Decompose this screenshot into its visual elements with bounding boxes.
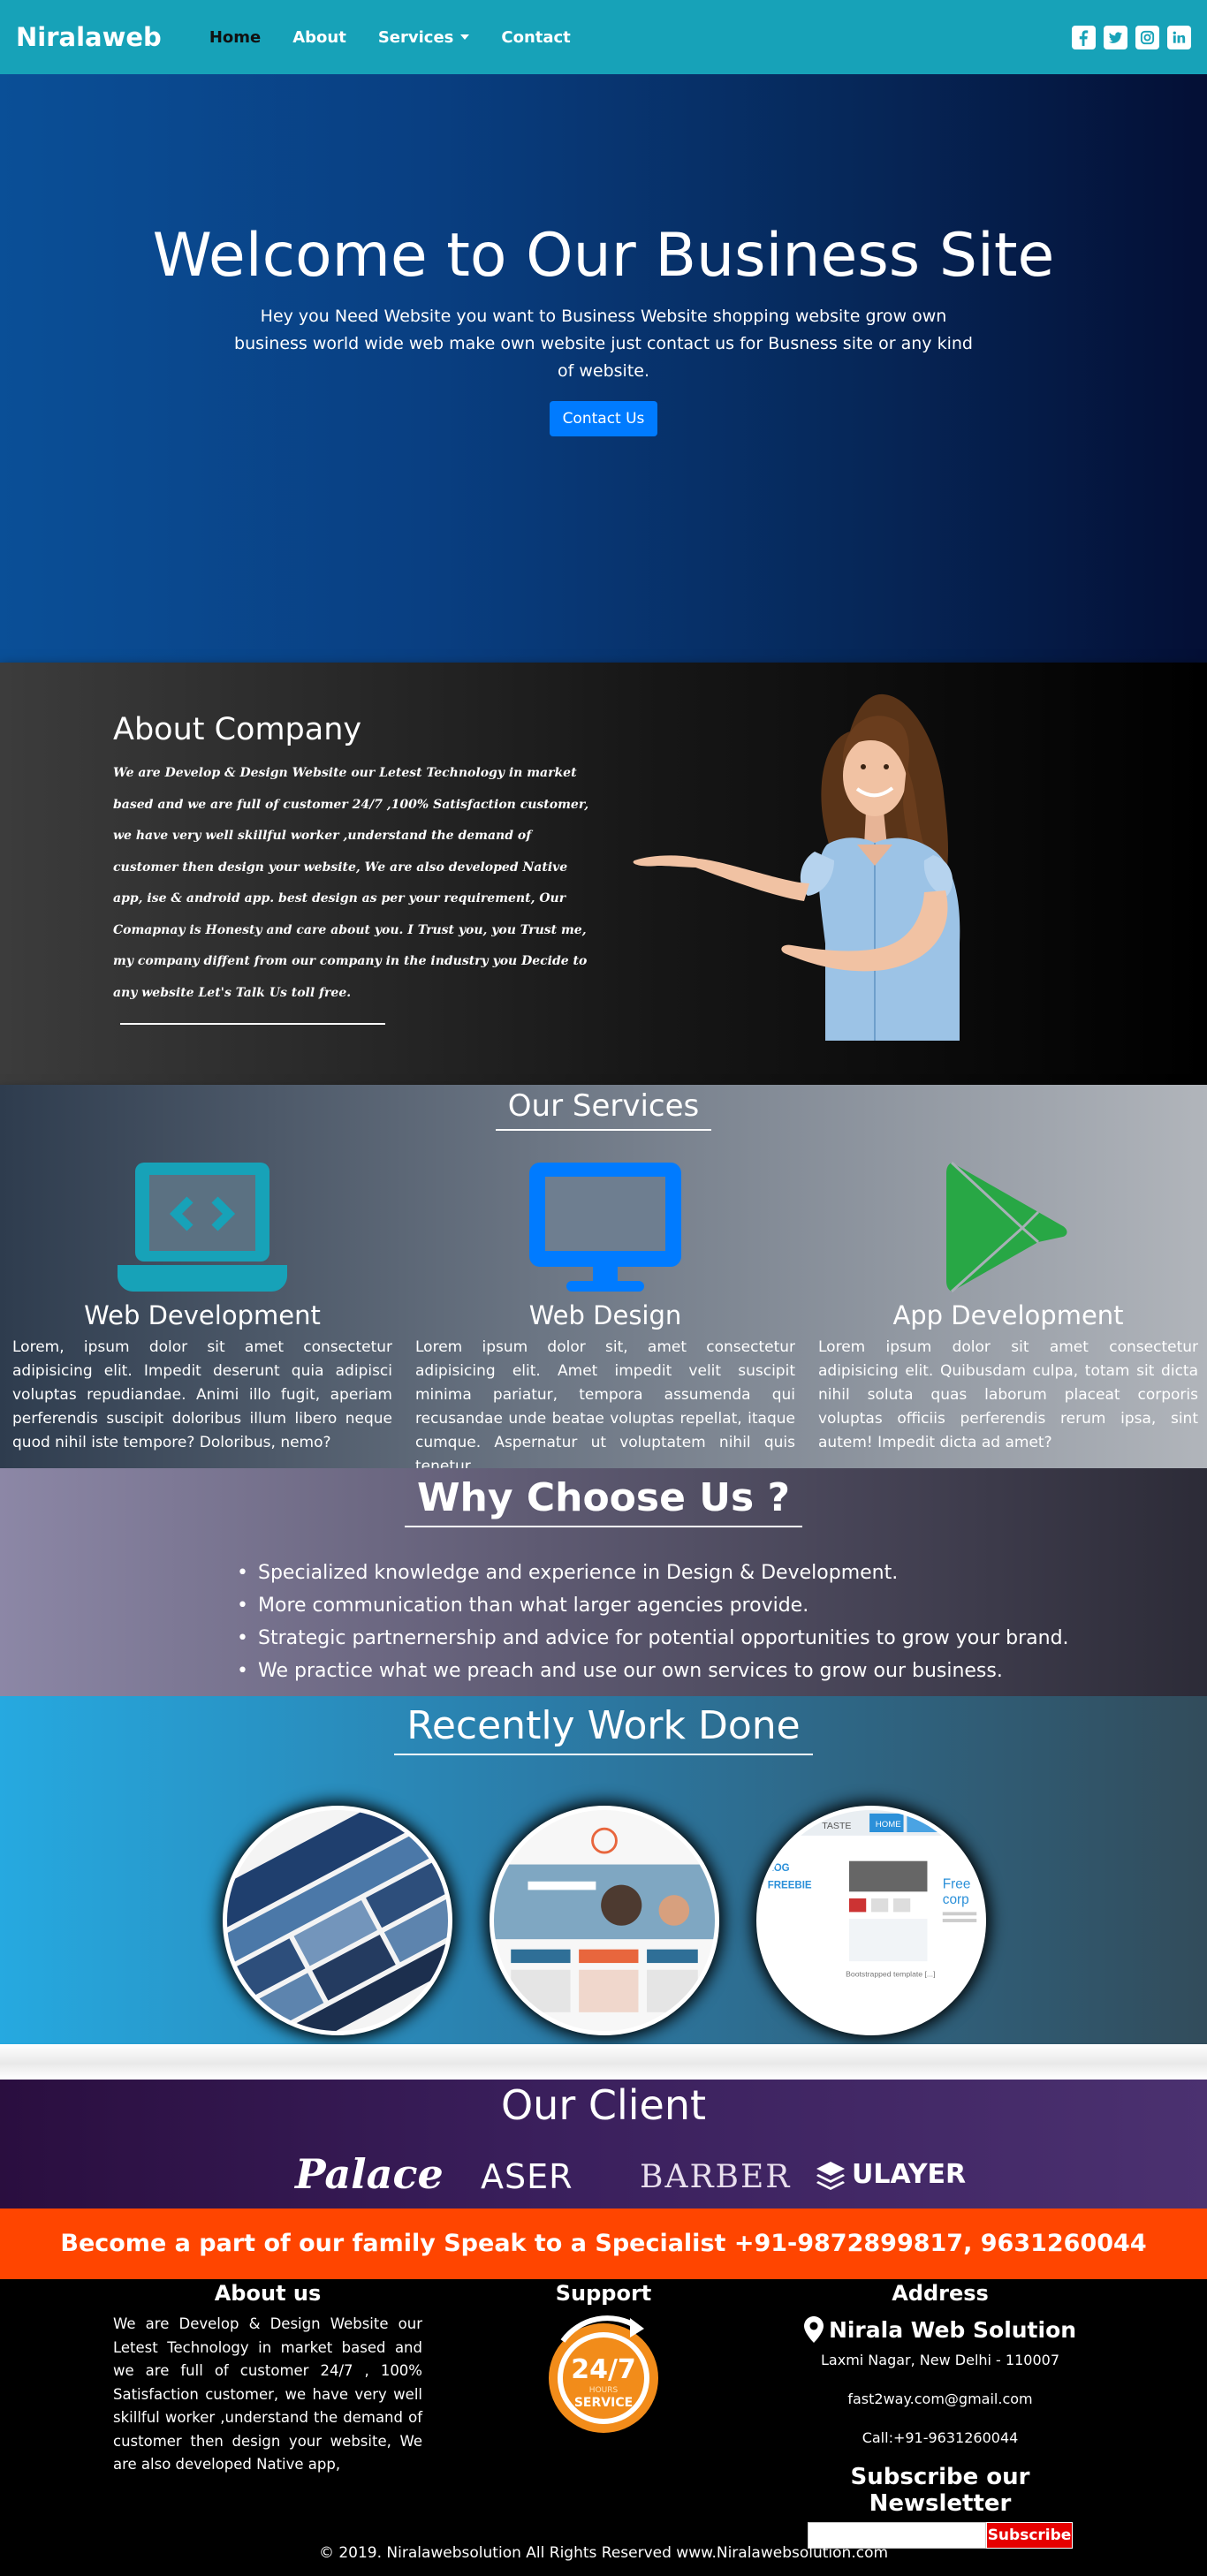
laptop-code-icon bbox=[12, 1155, 392, 1293]
footer-address-line: Laxmi Nagar, New Delhi - 110007 bbox=[821, 2352, 1059, 2368]
client-logos: Palace ASER BARBER ULAYER bbox=[0, 2150, 1207, 2200]
desktop-icon bbox=[415, 1155, 795, 1293]
nav-services[interactable]: Services bbox=[378, 28, 470, 47]
nav-contact[interactable]: Contact bbox=[501, 28, 570, 47]
chevron-down-icon bbox=[460, 34, 470, 40]
service-card-web-development: Web Development Lorem, ipsum dolor sit a… bbox=[12, 1155, 392, 1455]
svg-text:FREEBIE: FREEBIE bbox=[768, 1880, 812, 1890]
about-divider bbox=[120, 1023, 385, 1025]
about-text: We are Develop & Design Website our Lete… bbox=[113, 758, 592, 1041]
svg-text:Free: Free bbox=[943, 1876, 971, 1891]
hero-text: Hey you Need Website you want to Busines… bbox=[234, 307, 973, 381]
clients-section: Our Client Palace ASER BARBER ULAYER bbox=[0, 2080, 1207, 2209]
google-play-icon bbox=[818, 1155, 1198, 1293]
nav-about[interactable]: About bbox=[292, 28, 346, 47]
newsletter-title: Subscribe our Newsletter bbox=[850, 2464, 1030, 2517]
clients-title: Our Client bbox=[0, 2081, 1207, 2134]
thumb3-tab: HOME bbox=[876, 1820, 901, 1830]
client-logo-barber: BARBER bbox=[640, 2159, 792, 2195]
services-title: Our Services bbox=[0, 1088, 1207, 1131]
badge-24-7: 24/7 bbox=[571, 2354, 636, 2385]
business-woman-image bbox=[633, 693, 960, 1041]
hero-title: Welcome to Our Business Site bbox=[152, 221, 1055, 291]
services-title-text: Our Services bbox=[495, 1088, 712, 1131]
nav-home[interactable]: Home bbox=[209, 28, 261, 47]
portfolio-thumb-3[interactable]: TASTE HOME LOG FREEBIE Free corp Bootstr… bbox=[756, 1806, 986, 2035]
service-card-app-development: App Development Lorem ipsum dolor sit am… bbox=[818, 1155, 1198, 1455]
footer: About us We are Develop & Design Website… bbox=[0, 2279, 1207, 2576]
service-text: Lorem ipsum dolor sit amet consectetur a… bbox=[818, 1338, 1198, 1451]
service-title: App Development bbox=[892, 1300, 1124, 1330]
about-title: About Company bbox=[113, 712, 362, 747]
linkedin-icon[interactable] bbox=[1167, 25, 1191, 49]
why-list: Specialized knowledge and experience in … bbox=[237, 1557, 1069, 1687]
service-title: Web Design bbox=[528, 1300, 682, 1330]
service-title: Web Development bbox=[84, 1300, 321, 1330]
section-spacer bbox=[0, 2044, 1207, 2080]
service-text: Lorem ipsum dolor sit, amet consectetur … bbox=[415, 1338, 795, 1475]
client-logo-palace: Palace bbox=[295, 2150, 444, 2198]
why-choose-us-section: Why Choose Us ? Specialized knowledge an… bbox=[0, 1468, 1207, 1696]
recent-work-section: Recently Work Done TASTE HOME LOG FREEBI… bbox=[0, 1696, 1207, 2044]
footer-company: Nirala Web Solution bbox=[778, 2316, 1103, 2343]
svg-text:LOG: LOG bbox=[768, 1863, 790, 1874]
footer-address: Address Nirala Web Solution Laxmi Nagar,… bbox=[778, 2279, 1103, 2549]
recent-title: Recently Work Done bbox=[0, 1703, 1207, 1755]
nav-services-label: Services bbox=[377, 27, 454, 47]
portfolio-thumb-2[interactable] bbox=[490, 1806, 719, 2035]
call-to-action-banner: Become a part of our family Speak to a S… bbox=[0, 2209, 1207, 2279]
hero-section: Welcome to Our Business Site Hey you Nee… bbox=[0, 74, 1207, 663]
footer-address-title: Address bbox=[892, 2281, 989, 2306]
facebook-icon[interactable] bbox=[1072, 25, 1096, 49]
footer-about: About us We are Develop & Design Website… bbox=[113, 2279, 422, 2477]
portfolio-thumb-1[interactable] bbox=[223, 1806, 452, 2035]
list-item: Strategic partnernership and advice for … bbox=[237, 1622, 1069, 1655]
service-text: Lorem, ipsum dolor sit amet consectetur … bbox=[12, 1338, 392, 1451]
footer-support: Support 24/7 HOURS SERVICE bbox=[495, 2279, 712, 2438]
footer-company-name: Nirala Web Solution bbox=[828, 2316, 1077, 2343]
copyright: © 2019. Niralawebsolution All Rights Res… bbox=[318, 2544, 889, 2562]
why-title: Why Choose Us ? bbox=[0, 1475, 1207, 1527]
list-item: More communication than what larger agen… bbox=[237, 1589, 1069, 1622]
list-item: We practice what we preach and use our o… bbox=[237, 1655, 1069, 1687]
twitter-icon[interactable] bbox=[1104, 25, 1127, 49]
clients-title-text: Our Client bbox=[500, 2081, 707, 2129]
footer-support-title: Support bbox=[555, 2281, 652, 2306]
footer-phone[interactable]: Call:+91-9631260044 bbox=[778, 2429, 1103, 2446]
map-marker-icon bbox=[803, 2316, 824, 2343]
list-item: Specialized knowledge and experience in … bbox=[237, 1557, 1069, 1589]
contact-us-button[interactable]: Contact Us bbox=[549, 401, 658, 436]
about-section: About Company We are Develop & Design We… bbox=[0, 663, 1207, 1085]
social-links bbox=[1072, 25, 1191, 49]
service-card-web-design: Web Design Lorem ipsum dolor sit, amet c… bbox=[415, 1155, 795, 1479]
footer-about-text: We are Develop & Design Website our Lete… bbox=[113, 2315, 422, 2473]
footer-email[interactable]: fast2way.com@gmail.com bbox=[778, 2390, 1103, 2407]
footer-about-title: About us bbox=[214, 2281, 322, 2306]
support-24-7-badge: 24/7 HOURS SERVICE bbox=[549, 2315, 658, 2433]
why-title-text: Why Choose Us ? bbox=[404, 1475, 803, 1527]
layers-icon bbox=[816, 2161, 845, 2190]
brand-logo[interactable]: Niralaweb bbox=[16, 22, 162, 52]
recent-title-text: Recently Work Done bbox=[394, 1703, 813, 1755]
client-logo-ulayer: ULAYER bbox=[815, 2159, 966, 2190]
services-section: Our Services Web Development Lorem, ipsu… bbox=[0, 1085, 1207, 1475]
instagram-icon[interactable] bbox=[1135, 25, 1159, 49]
badge-service: SERVICE bbox=[574, 2396, 633, 2410]
client-logo-aser: ASER bbox=[481, 2157, 573, 2196]
about-text-body: We are Develop & Design Website our Lete… bbox=[113, 766, 589, 1000]
navbar: Niralaweb Home About Services Contact bbox=[0, 0, 1207, 74]
badge-hours: HOURS bbox=[589, 2386, 619, 2395]
svg-text:corp: corp bbox=[943, 1892, 969, 1907]
thumb3-caption: Bootstrapped template [...] bbox=[846, 1969, 935, 1978]
thumb3-brand: TASTE bbox=[822, 1821, 851, 1831]
client-logo-ulayer-text: ULAYER bbox=[852, 2159, 967, 2190]
